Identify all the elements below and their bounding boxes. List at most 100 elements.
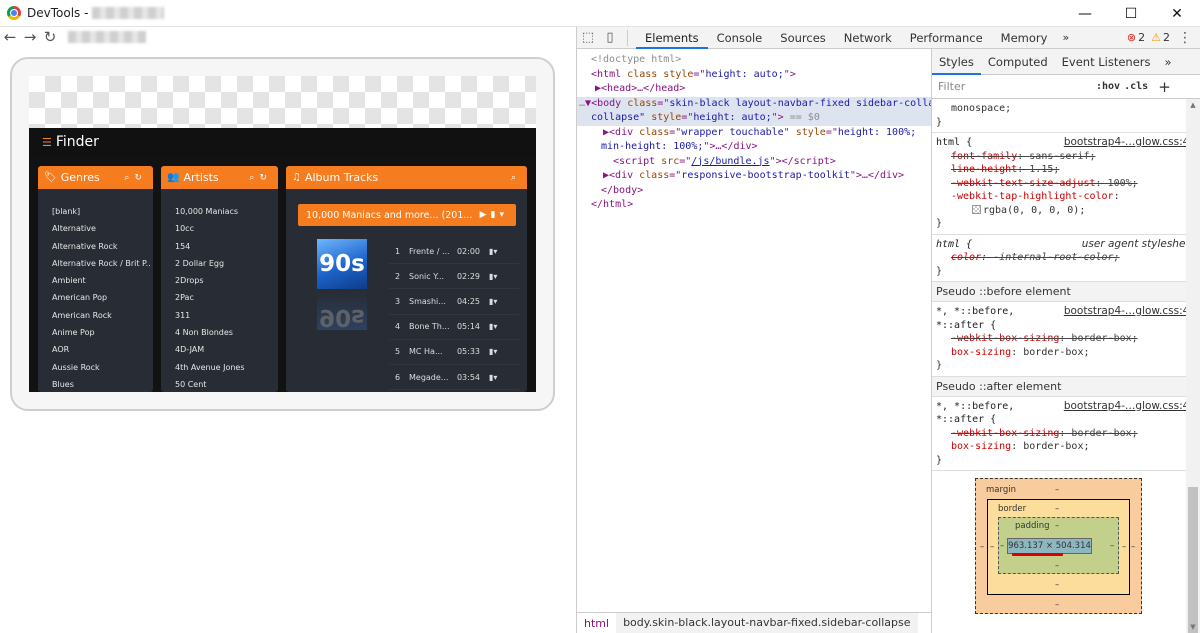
- more-subtabs-button[interactable]: »: [1158, 49, 1179, 75]
- html-close-node[interactable]: </html>: [577, 198, 931, 213]
- list-item[interactable]: Blues: [38, 376, 153, 392]
- add-rule-button[interactable]: +: [1158, 78, 1171, 96]
- rule-selector[interactable]: *, *::before,: [936, 401, 1014, 412]
- border-right[interactable]: –: [1122, 542, 1126, 552]
- list-item[interactable]: Aussie Rock: [38, 359, 153, 376]
- head-node[interactable]: ▶<head>…</head>: [577, 82, 931, 97]
- list-item[interactable]: Alternative Rock: [38, 238, 153, 255]
- rule-selector[interactable]: *, *::before,: [936, 306, 1014, 317]
- decl-webkit-box-sizing[interactable]: -webkit-box-sizing: border-box;: [936, 332, 1196, 346]
- rule-source-link[interactable]: bootstrap4-…glow.css:40: [1064, 305, 1196, 319]
- hov-toggle[interactable]: :hov: [1096, 81, 1120, 92]
- refresh-icon[interactable]: ↻: [134, 173, 147, 183]
- bookmark-icon[interactable]: ▮▾: [489, 322, 497, 331]
- list-item[interactable]: 10,000 Maniacs: [161, 203, 278, 220]
- scroll-up-icon[interactable]: ▲: [1186, 101, 1200, 109]
- body-node-cont[interactable]: collapse" style="height: auto;"> == $0: [577, 111, 931, 126]
- tab-network[interactable]: Network: [835, 27, 901, 49]
- div-toolkit-node[interactable]: ▶<div class="responsive-bootstrap-toolki…: [577, 169, 931, 184]
- search-icon[interactable]: ⌕: [511, 173, 521, 183]
- device-toggle-icon[interactable]: ▯: [599, 30, 621, 45]
- decl-box-sizing[interactable]: box-sizing: border-box;: [936, 440, 1196, 454]
- padding-right[interactable]: –: [1110, 541, 1114, 551]
- forward-arrow-icon[interactable]: →: [20, 28, 40, 46]
- table-row[interactable]: 6 Megade... 03:54 ▮▾: [389, 365, 519, 391]
- tab-computed[interactable]: Computed: [981, 49, 1055, 75]
- tab-elements[interactable]: Elements: [636, 27, 708, 49]
- issue-badges[interactable]: ⊗ 2 ⚠ 2: [1127, 31, 1170, 44]
- tab-event-listeners[interactable]: Event Listeners: [1055, 49, 1158, 75]
- rule-selector-cont[interactable]: *::after {: [936, 413, 1196, 427]
- bookmark-icon[interactable]: ▮▾: [489, 373, 497, 382]
- maximize-button[interactable]: ☐: [1108, 0, 1154, 27]
- decl-tap-highlight[interactable]: -webkit-tap-highlight-color:: [936, 190, 1196, 204]
- scroll-thumb[interactable]: [1188, 487, 1198, 633]
- padding-left[interactable]: –: [1000, 541, 1004, 551]
- styles-filter-input[interactable]: Filter: [932, 80, 1092, 93]
- script-src-link[interactable]: /js/bundle.js: [691, 156, 769, 167]
- scroll-down-icon[interactable]: ▼: [1186, 623, 1200, 631]
- list-item[interactable]: Ambient: [38, 272, 153, 289]
- body-close-node[interactable]: </body>: [577, 184, 931, 199]
- bookmark-icon[interactable]: ▮▾: [489, 347, 497, 356]
- div-wrapper-node-cont[interactable]: min-height: 100%;">…</div>: [577, 140, 931, 155]
- tab-styles[interactable]: Styles: [932, 49, 981, 75]
- decl-color-value[interactable]: rgba(0, 0, 0, 0);: [936, 204, 1196, 218]
- menu-icon[interactable]: ☰: [42, 136, 52, 149]
- close-window-button[interactable]: ✕: [1154, 0, 1200, 27]
- more-tabs-button[interactable]: »: [1056, 31, 1075, 44]
- box-model-content[interactable]: 963.137 × 504.314: [1007, 538, 1092, 554]
- color-swatch-icon[interactable]: [972, 204, 981, 214]
- list-item[interactable]: 2Drops: [161, 272, 278, 289]
- crumb-html[interactable]: html: [577, 617, 616, 630]
- decl-text-size-adjust[interactable]: -webkit-text-size-adjust: 100%;: [936, 177, 1196, 191]
- margin-left[interactable]: –: [980, 542, 984, 552]
- body-node[interactable]: …▼<body class="skin-black layout-navbar-…: [577, 96, 952, 111]
- doctype-node[interactable]: <!doctype html>: [577, 53, 931, 68]
- decl-box-sizing[interactable]: box-sizing: border-box;: [936, 346, 1196, 360]
- bookmark-icon[interactable]: ▮▾: [489, 247, 497, 256]
- list-item[interactable]: 10cc: [161, 220, 278, 237]
- list-item[interactable]: 4th Avenue Jones: [161, 359, 278, 376]
- tab-memory[interactable]: Memory: [992, 27, 1057, 49]
- minimize-button[interactable]: —: [1062, 0, 1108, 27]
- tab-console[interactable]: Console: [708, 27, 772, 49]
- margin-top[interactable]: –: [1055, 485, 1059, 495]
- list-item[interactable]: 50 Cent: [161, 376, 278, 392]
- div-wrapper-node[interactable]: ▶<div class="wrapper touchable" style="h…: [577, 126, 931, 141]
- list-item[interactable]: 311: [161, 307, 278, 324]
- table-row[interactable]: 1 Frente / ... 02:00 ▮▾: [389, 239, 519, 265]
- tab-performance[interactable]: Performance: [901, 27, 992, 49]
- reload-icon[interactable]: ↻: [40, 28, 60, 46]
- box-model-padding[interactable]: padding – – – – 963.137 × 504.314: [998, 517, 1119, 574]
- script-node[interactable]: <script src="/js/bundle.js"></script>: [577, 155, 931, 170]
- rule-source-link[interactable]: bootstrap4-…glow.css:47: [1064, 136, 1196, 150]
- devtools-menu-icon[interactable]: ⋮: [1170, 30, 1200, 46]
- list-item[interactable]: Anime Pop: [38, 324, 153, 341]
- table-row[interactable]: 3 Smashi... 04:25 ▮▾: [389, 289, 519, 315]
- list-item[interactable]: Alternative: [38, 220, 153, 237]
- table-row[interactable]: 4 Bone Th... 05:14 ▮▾: [389, 315, 519, 340]
- tab-sources[interactable]: Sources: [771, 27, 835, 49]
- margin-right[interactable]: –: [1131, 542, 1135, 552]
- padding-bottom[interactable]: –: [1055, 561, 1059, 571]
- list-item[interactable]: AOR: [38, 341, 153, 358]
- html-node[interactable]: <html class style="height: auto;">: [577, 68, 931, 83]
- decl-webkit-box-sizing[interactable]: -webkit-box-sizing: border-box;: [936, 427, 1196, 441]
- rule-selector[interactable]: html {: [936, 137, 972, 148]
- rule-source-link[interactable]: bootstrap4-…glow.css:40: [1064, 400, 1196, 414]
- list-item[interactable]: 4D-JAM: [161, 341, 278, 358]
- bookmark-icon[interactable]: ▮▾: [489, 297, 497, 306]
- list-item[interactable]: 2 Dollar Egg: [161, 255, 278, 272]
- styles-scrollbar[interactable]: ▲ ▼: [1186, 99, 1200, 633]
- decl-color[interactable]: color: -internal-root-color;: [936, 251, 1196, 265]
- crumb-body[interactable]: body.skin-black.layout-navbar-fixed.side…: [616, 613, 918, 633]
- list-item[interactable]: Alternative Rock / Brit P..: [38, 255, 153, 272]
- table-row[interactable]: 5 MC Ha... 05:33 ▮▾: [389, 340, 519, 365]
- album-title-bar[interactable]: 10,000 Maniacs and more... (201... ▶▮▾: [298, 204, 516, 226]
- list-item[interactable]: 2Pac: [161, 289, 278, 306]
- border-bottom[interactable]: –: [1055, 580, 1059, 590]
- border-left[interactable]: –: [990, 542, 994, 552]
- padding-top[interactable]: –: [1055, 521, 1059, 531]
- search-icon[interactable]: ⌕: [249, 173, 259, 183]
